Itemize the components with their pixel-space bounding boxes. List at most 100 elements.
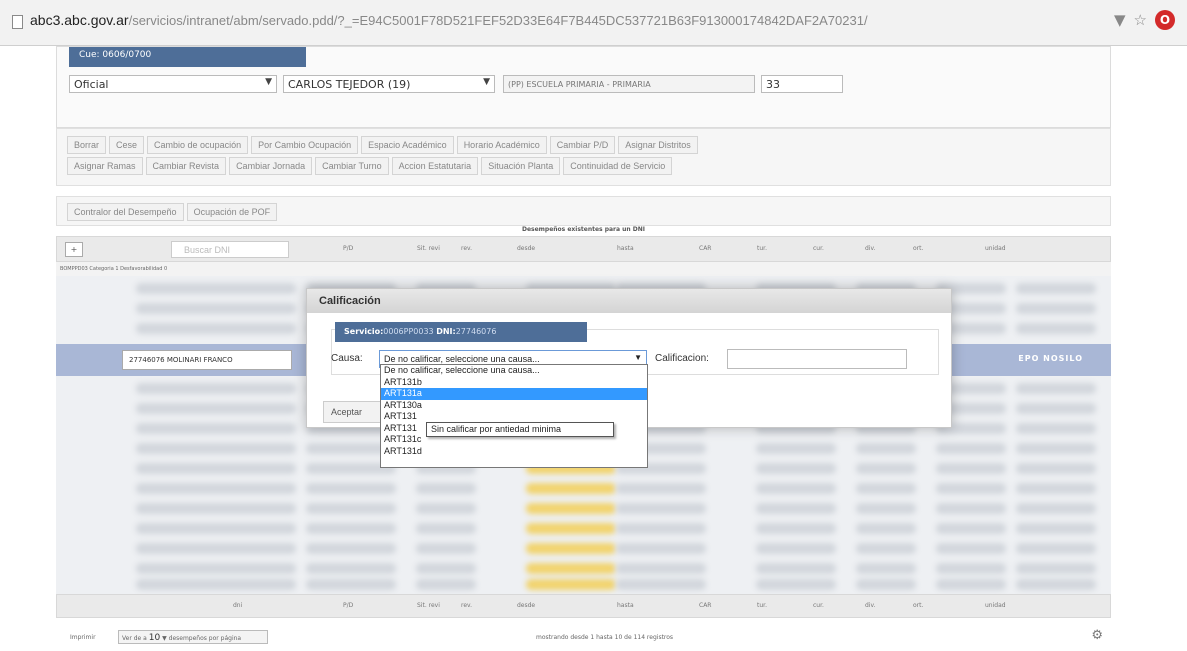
accion-estatutaria-button[interactable]: Accion Estatutaria xyxy=(391,157,479,175)
blurred-cell xyxy=(526,523,616,534)
column-header[interactable]: cur. xyxy=(813,245,824,252)
per-page-select[interactable]: Ver de a 10 ▼ desempeños por página xyxy=(118,630,268,644)
blurred-cell xyxy=(416,523,476,534)
url-text[interactable]: abc3.abc.gov.ar/servicios/intranet/abm/s… xyxy=(30,12,1080,28)
print-label[interactable]: Imprimir xyxy=(70,634,96,641)
service-chip: Servicio:0006PP0033 DNI:27746076 xyxy=(335,322,587,342)
table-row[interactable] xyxy=(56,500,1111,517)
service-label: Servicio: xyxy=(344,327,384,336)
opera-menu-icon[interactable]: O xyxy=(1155,10,1175,30)
column-header[interactable]: div. xyxy=(865,245,875,252)
causa-option[interactable]: De no calificar, seleccione una causa... xyxy=(381,365,647,377)
blurred-cell xyxy=(1016,503,1096,514)
extension-icon[interactable]: ▼ xyxy=(1114,10,1126,30)
blurred-cell xyxy=(1016,543,1096,554)
blurred-cell xyxy=(136,483,296,494)
per-page-value: 10 xyxy=(148,633,161,643)
horario-academico-button[interactable]: Horario Académico xyxy=(456,136,547,154)
escuela-select[interactable]: (PP) ESCUELA PRIMARIA - PRIMARIA xyxy=(503,75,755,93)
column-header[interactable]: rev. xyxy=(461,245,472,252)
blurred-cell xyxy=(136,323,296,334)
column-header[interactable]: desde xyxy=(517,245,535,252)
url-host: abc3.abc.gov.ar xyxy=(30,12,129,28)
blurred-cell xyxy=(306,503,396,514)
cese-button[interactable]: Cese xyxy=(109,136,145,154)
cambiar-p-d-button[interactable]: Cambiar P/D xyxy=(549,136,616,154)
table-row[interactable] xyxy=(56,520,1111,537)
causa-dropdown-list: De no calificar, seleccione una causa...… xyxy=(380,364,648,468)
actions-row-3: Contralor del Desempeño Ocupación de POF xyxy=(67,203,278,221)
column-header[interactable]: unidad xyxy=(985,245,1006,252)
blurred-cell xyxy=(1016,303,1096,314)
column-header[interactable]: tur. xyxy=(757,245,767,252)
column-header[interactable]: P/D xyxy=(343,245,353,252)
calificacion-input[interactable] xyxy=(727,349,907,369)
column-header[interactable]: ort. xyxy=(913,245,923,252)
table-row[interactable] xyxy=(56,480,1111,497)
table-row[interactable] xyxy=(56,560,1111,577)
gear-icon[interactable]: ⚙ xyxy=(1091,628,1103,643)
blurred-cell xyxy=(1016,283,1096,294)
distrito-select[interactable]: CARLOS TEJEDOR (19) ▼ xyxy=(283,75,495,93)
cambiar-jornada-button[interactable]: Cambiar Jornada xyxy=(229,157,313,175)
footer-column-header: cur. xyxy=(813,602,824,609)
dni-search-input[interactable]: Buscar DNI xyxy=(171,241,289,258)
blurred-cell xyxy=(936,523,1006,534)
page-icon xyxy=(12,15,23,29)
blurred-cell xyxy=(416,483,476,494)
aceptar-button[interactable]: Aceptar xyxy=(323,401,385,423)
browser-address-bar[interactable]: abc3.abc.gov.ar/servicios/intranet/abm/s… xyxy=(0,0,1187,46)
blurred-cell xyxy=(136,303,296,314)
causa-option[interactable]: ART131a xyxy=(381,388,647,400)
espacio-academico-button[interactable]: Espacio Académico xyxy=(361,136,454,154)
cambio-de-ocupacion-button[interactable]: Cambio de ocupación xyxy=(147,136,249,154)
per-page-prefix: Ver de a xyxy=(122,635,147,642)
oficial-select[interactable]: Oficial ▼ xyxy=(69,75,277,93)
asignar-distritos-button[interactable]: Asignar Distritos xyxy=(618,136,698,154)
asignar-ramas-button[interactable]: Asignar Ramas xyxy=(67,157,143,175)
blurred-cell xyxy=(526,483,616,494)
cambiar-revista-button[interactable]: Cambiar Revista xyxy=(145,157,227,175)
blurred-cell xyxy=(856,523,916,534)
cambiar-turno-button[interactable]: Cambiar Turno xyxy=(315,157,389,175)
chevron-down-icon: ▼ xyxy=(634,353,642,362)
table-row[interactable] xyxy=(56,576,1111,593)
por-cambio-ocupacion-button[interactable]: Por Cambio Ocupación xyxy=(251,136,359,154)
blurred-cell xyxy=(616,563,706,574)
column-header[interactable]: CAR xyxy=(699,245,711,252)
blurred-cell xyxy=(616,483,706,494)
borrar-button[interactable]: Borrar xyxy=(67,136,107,154)
situacion-planta-button[interactable]: Situación Planta xyxy=(481,157,561,175)
bookmark-star-icon[interactable]: ☆ xyxy=(1134,10,1147,30)
blurred-cell xyxy=(856,443,916,454)
actions-row-1: Borrar Cese Cambio de ocupación Por Cambio … xyxy=(67,136,698,154)
contralor-del-desempeno-button[interactable]: Contralor del Desempeño xyxy=(67,203,184,221)
blurred-cell xyxy=(306,483,396,494)
blurred-cell xyxy=(136,579,296,590)
causa-select-value: De no calificar, seleccione una causa... xyxy=(384,354,540,364)
causa-option[interactable]: ART131 xyxy=(381,411,647,423)
column-header[interactable]: hasta xyxy=(617,245,634,252)
blurred-cell xyxy=(936,443,1006,454)
blurred-cell xyxy=(136,283,296,294)
numero-input[interactable]: 33 xyxy=(761,75,843,93)
causa-option[interactable]: ART130a xyxy=(381,400,647,412)
footer-column-header: CAR xyxy=(699,602,712,609)
expand-button[interactable]: + xyxy=(65,242,83,257)
causa-option[interactable]: ART131b xyxy=(381,377,647,389)
continuidad-de-servicio-button[interactable]: Continuidad de Servicio xyxy=(563,157,673,175)
blurred-cell xyxy=(856,503,916,514)
ocupacion-de-pof-button[interactable]: Ocupación de POF xyxy=(186,203,278,221)
blurred-cell xyxy=(856,579,916,590)
blurred-cell xyxy=(616,523,706,534)
blurred-cell xyxy=(856,463,916,474)
blurred-cell xyxy=(856,543,916,554)
chevron-down-icon: ▼ xyxy=(162,635,167,642)
blurred-cell xyxy=(306,543,396,554)
column-header[interactable]: Sit. revi xyxy=(417,245,440,252)
footer-column-header: hasta xyxy=(617,602,634,609)
blurred-cell xyxy=(1016,463,1096,474)
blurred-cell xyxy=(756,543,836,554)
table-row[interactable] xyxy=(56,540,1111,557)
causa-option[interactable]: ART131d xyxy=(381,446,647,458)
